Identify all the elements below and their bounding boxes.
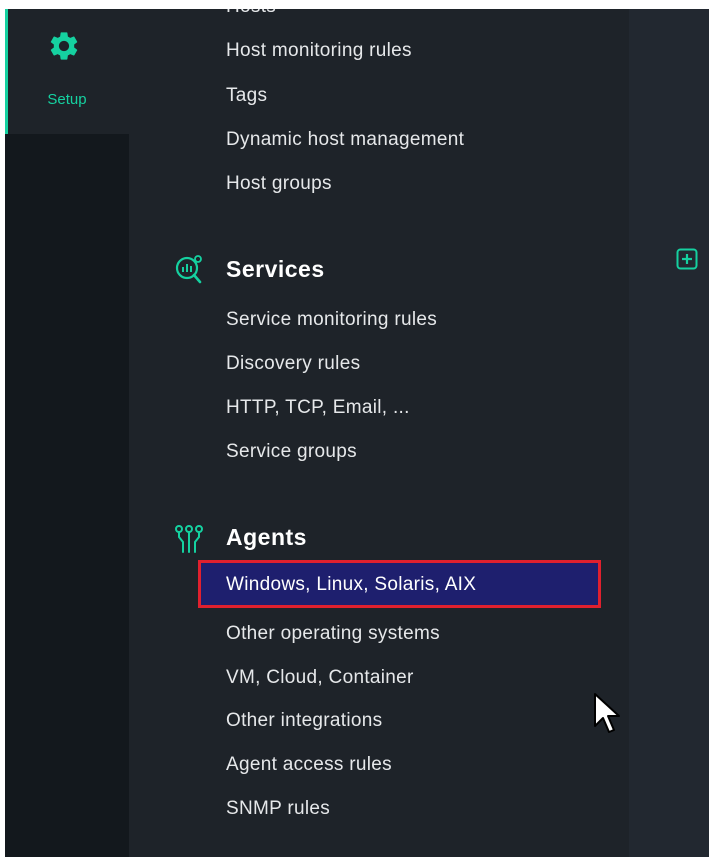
menu-item-http-tcp-email[interactable]: HTTP, TCP, Email, ... <box>226 397 410 419</box>
agents-icon <box>175 525 203 553</box>
menu-item-host-monitoring-rules[interactable]: Host monitoring rules <box>226 40 412 62</box>
main-sidebar: Setup <box>5 9 129 857</box>
gear-icon <box>50 32 78 60</box>
section-title-agents: Agents <box>226 524 307 550</box>
setup-dropdown-menu: Hosts Host monitoring rules Tags Dynamic… <box>129 9 629 857</box>
menu-item-hosts[interactable]: Hosts <box>226 9 276 18</box>
menu-item-windows-linux-solaris-aix[interactable]: Windows, Linux, Solaris, AIX <box>226 574 476 596</box>
section-title-services: Services <box>226 256 325 282</box>
menu-item-dynamic-host-management[interactable]: Dynamic host management <box>226 129 464 151</box>
menu-item-tags[interactable]: Tags <box>226 85 267 107</box>
menu-item-other-integrations[interactable]: Other integrations <box>226 710 382 732</box>
services-icon <box>175 255 202 284</box>
menu-item-service-groups[interactable]: Service groups <box>226 441 357 463</box>
mouse-pointer-icon <box>594 693 620 733</box>
add-icon[interactable] <box>676 248 698 270</box>
right-panel <box>629 9 709 857</box>
menu-item-vm-cloud-container[interactable]: VM, Cloud, Container <box>226 667 414 689</box>
menu-item-discovery-rules[interactable]: Discovery rules <box>226 353 360 375</box>
sidebar-item-setup-label: Setup <box>47 91 87 108</box>
active-indicator <box>5 9 8 134</box>
menu-item-other-operating-systems[interactable]: Other operating systems <box>226 623 440 645</box>
menu-item-agent-access-rules[interactable]: Agent access rules <box>226 754 392 776</box>
menu-item-service-monitoring-rules[interactable]: Service monitoring rules <box>226 309 437 331</box>
menu-item-snmp-rules[interactable]: SNMP rules <box>226 798 330 820</box>
menu-item-host-groups[interactable]: Host groups <box>226 173 332 195</box>
sidebar-item-setup[interactable]: Setup <box>5 9 129 134</box>
